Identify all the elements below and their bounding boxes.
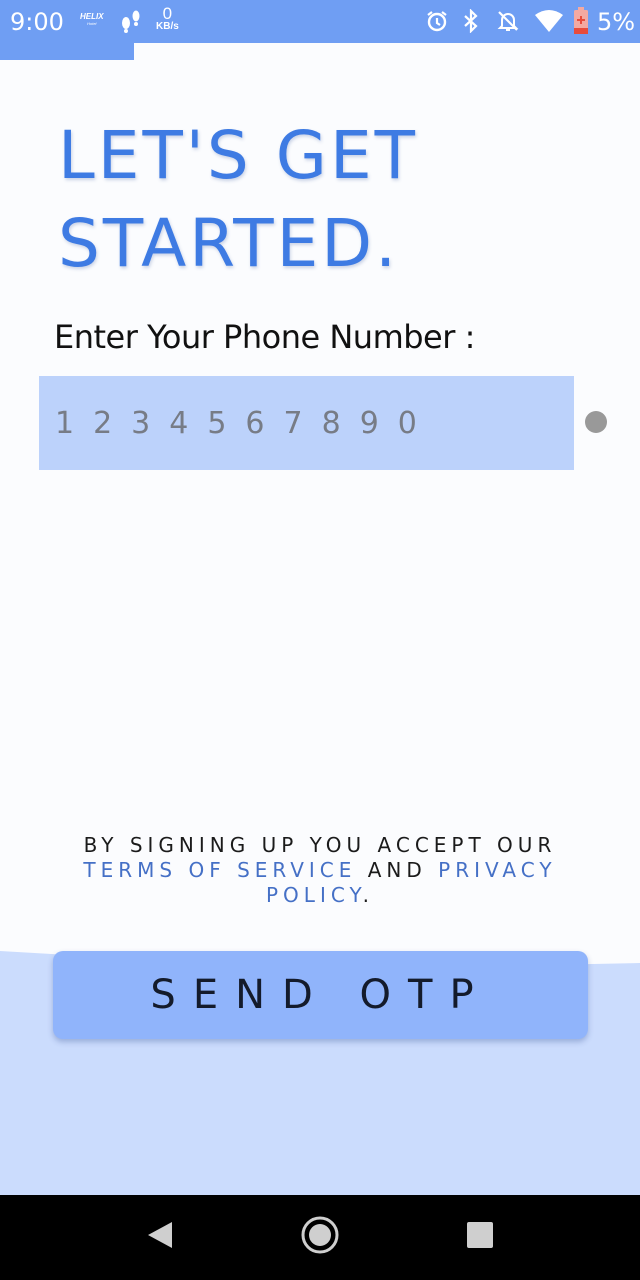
page-title: LET'S GET STARTED.: [58, 112, 418, 288]
progress-accent-bar: [0, 43, 134, 60]
back-button[interactable]: [130, 1195, 190, 1280]
wifi-icon: [534, 9, 564, 38]
input-status-dot: [585, 411, 607, 433]
back-icon: [146, 1220, 174, 1255]
title-line-2: STARTED.: [58, 205, 400, 282]
carrier-logo-sub: Hotel: [87, 21, 97, 26]
recents-icon: [466, 1221, 494, 1254]
carrier-logo-text: HELIX: [80, 12, 104, 21]
net-speed-unit: KB/s: [156, 21, 179, 32]
bluetooth-icon: [461, 8, 481, 38]
terms-middle: AND: [356, 858, 439, 882]
status-time: 9:00: [10, 8, 64, 36]
phone-number-label: Enter Your Phone Number :: [54, 318, 475, 356]
send-otp-button[interactable]: SEND OTP: [53, 951, 588, 1039]
alarm-icon: [425, 9, 449, 38]
terms-suffix: .: [362, 883, 374, 907]
title-line-1: LET'S GET: [58, 117, 418, 194]
battery-percent: 5%: [597, 8, 636, 36]
battery-low-icon: [573, 7, 589, 40]
terms-notice: BY SIGNING UP YOU ACCEPT OUR TERMS OF SE…: [40, 833, 600, 908]
steps-icon: [118, 9, 144, 38]
terms-of-service-link[interactable]: TERMS OF SERVICE: [83, 858, 356, 882]
carrier-logo: HELIX Hotel: [80, 12, 104, 26]
net-speed-value: 0: [162, 4, 173, 23]
net-speed: 0 KB/s: [156, 5, 179, 32]
notifications-off-icon: [496, 9, 520, 38]
system-nav-bar: [0, 1195, 640, 1280]
home-button[interactable]: [290, 1195, 350, 1280]
terms-prefix: BY SIGNING UP YOU ACCEPT OUR: [83, 833, 557, 857]
status-bar: 9:00 HELIX Hotel 0 KB/s 5%: [0, 0, 640, 43]
recents-button[interactable]: [450, 1195, 510, 1280]
phone-number-input[interactable]: [39, 376, 574, 470]
home-icon: [300, 1215, 340, 1260]
